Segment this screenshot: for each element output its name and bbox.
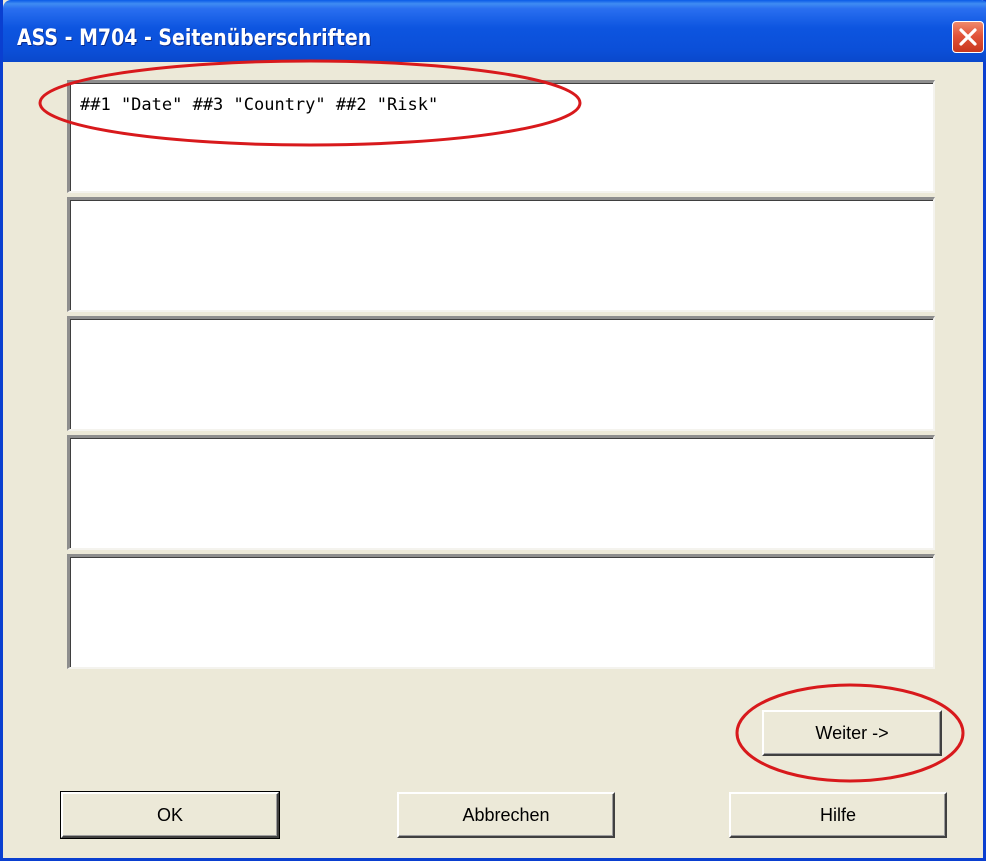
close-icon — [959, 28, 977, 46]
title-bar[interactable]: ASS - M704 - Seitenüberschriften — [3, 0, 986, 62]
header-line-2-field[interactable] — [67, 197, 935, 312]
window-title: ASS - M704 - Seitenüberschriften — [17, 26, 372, 51]
header-line-1-value: ##1 "Date" ##3 "Country" ##2 "Risk" — [80, 95, 439, 115]
next-button[interactable]: Weiter -> — [762, 710, 942, 756]
dialog-window: ASS - M704 - Seitenüberschriften ##1 "Da… — [0, 0, 986, 861]
header-line-5-field[interactable] — [67, 554, 935, 669]
ok-button[interactable]: OK — [60, 791, 280, 839]
cancel-button[interactable]: Abbrechen — [397, 792, 615, 838]
header-line-3-field[interactable] — [67, 316, 935, 431]
header-line-1-field[interactable]: ##1 "Date" ##3 "Country" ##2 "Risk" — [67, 80, 935, 193]
help-button[interactable]: Hilfe — [729, 792, 947, 838]
close-button[interactable] — [952, 21, 984, 53]
header-line-4-field[interactable] — [67, 435, 935, 550]
